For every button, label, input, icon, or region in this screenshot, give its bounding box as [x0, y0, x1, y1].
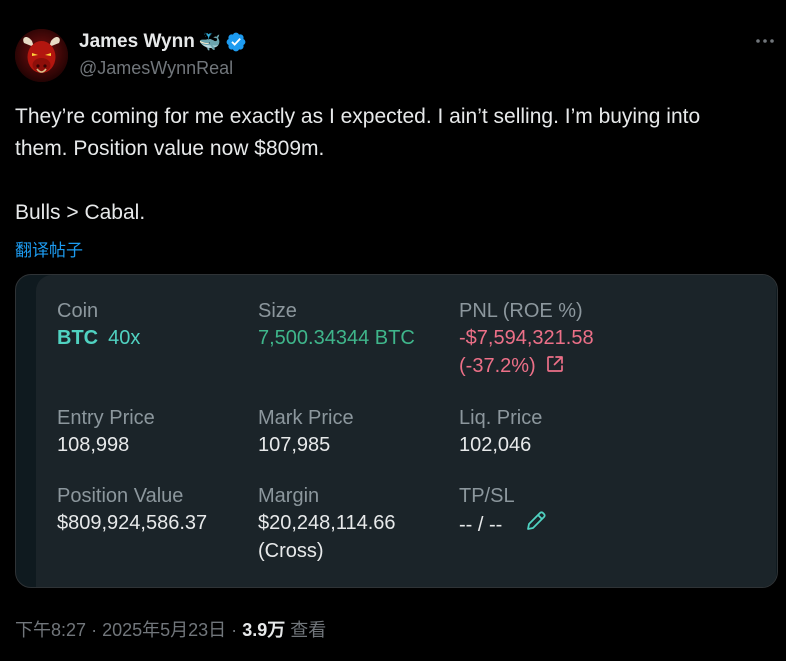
size-cell: Size 7,500.34344 BTC [258, 298, 415, 352]
liq-price-value: 102,046 [459, 434, 532, 456]
translate-post-link[interactable]: 翻译帖子 [15, 236, 83, 261]
tweet-paragraph: Bulls > Cabal. [15, 201, 146, 224]
position-value-value: $809,924,586.37 [57, 512, 208, 534]
entry-price-value: 108,998 [57, 434, 130, 456]
liq-price-cell: Liq. Price 102,046 [459, 405, 542, 459]
size-value: 7,500.34344 BTC [258, 327, 415, 349]
verified-badge-icon[interactable] [225, 31, 247, 53]
whale-emoji: 🐳 [198, 32, 222, 52]
position-card-panel: Coin BTC 40x Size 7,500.34344 BTC PNL (RO… [36, 275, 776, 587]
margin-value: $20,248,114.66 [258, 512, 396, 534]
pnl-cell: PNL (ROE %) -$7,594,321.58 (-37.2%) [459, 298, 594, 380]
mark-price-cell: Mark Price 107,985 [258, 405, 354, 459]
more-horizontal-icon [756, 39, 774, 43]
views-label: 查看 [290, 620, 327, 640]
coin-symbol: BTC [57, 327, 99, 349]
mark-price-label: Mark Price [258, 407, 354, 429]
author-name-text[interactable]: James Wynn [79, 31, 195, 53]
pnl-label: PNL (ROE %) [459, 300, 583, 322]
avatar[interactable] [15, 29, 68, 82]
bull-avatar-icon [15, 29, 68, 82]
tpsl-cell: TP/SL -- / -- [459, 483, 548, 539]
tweet-paragraph: They’re coming for me exactly as I expec… [15, 105, 701, 160]
tweet-meta: 下午8:27 · 2025年5月23日 · 3.9万 查看 [15, 616, 326, 642]
entry-price-cell: Entry Price 108,998 [57, 405, 155, 459]
views-count[interactable]: 3.9万 [242, 620, 285, 640]
position-value-label: Position Value [57, 485, 184, 507]
position-card-image[interactable]: Coin BTC 40x Size 7,500.34344 BTC PNL (RO… [15, 274, 778, 588]
meta-separator: · [91, 620, 98, 640]
external-link-icon[interactable] [545, 354, 565, 374]
mark-price-value: 107,985 [258, 434, 331, 456]
pnl-value: -$7,594,321.58 [459, 327, 594, 349]
margin-mode: (Cross) [258, 540, 324, 562]
margin-cell: Margin $20,248,114.66 (Cross) [258, 483, 396, 565]
meta-separator: · [231, 620, 238, 640]
position-value-cell: Position Value $809,924,586.37 [57, 483, 207, 537]
tweet: James Wynn 🐳 @JamesWynnReal They’re comi… [0, 0, 786, 661]
coin-cell: Coin BTC 40x [57, 298, 140, 352]
coin-leverage: 40x [108, 327, 141, 349]
tweet-date[interactable]: 2025年5月23日 [102, 620, 226, 640]
entry-price-label: Entry Price [57, 407, 155, 429]
author-handle[interactable]: @JamesWynnReal [79, 58, 233, 79]
roe-value: (-37.2%) [459, 355, 536, 377]
tpsl-label: TP/SL [459, 485, 515, 507]
tpsl-value: -- / -- [459, 514, 503, 536]
author-name[interactable]: James Wynn 🐳 [79, 31, 247, 53]
size-label: Size [258, 300, 297, 322]
pencil-edit-icon[interactable] [524, 509, 548, 533]
coin-label: Coin [57, 300, 99, 322]
more-options-button[interactable] [754, 30, 776, 52]
tweet-time[interactable]: 下午8:27 [15, 620, 86, 640]
tweet-text: They’re coming for me exactly as I expec… [15, 101, 755, 229]
liq-price-label: Liq. Price [459, 407, 543, 429]
margin-label: Margin [258, 485, 320, 507]
